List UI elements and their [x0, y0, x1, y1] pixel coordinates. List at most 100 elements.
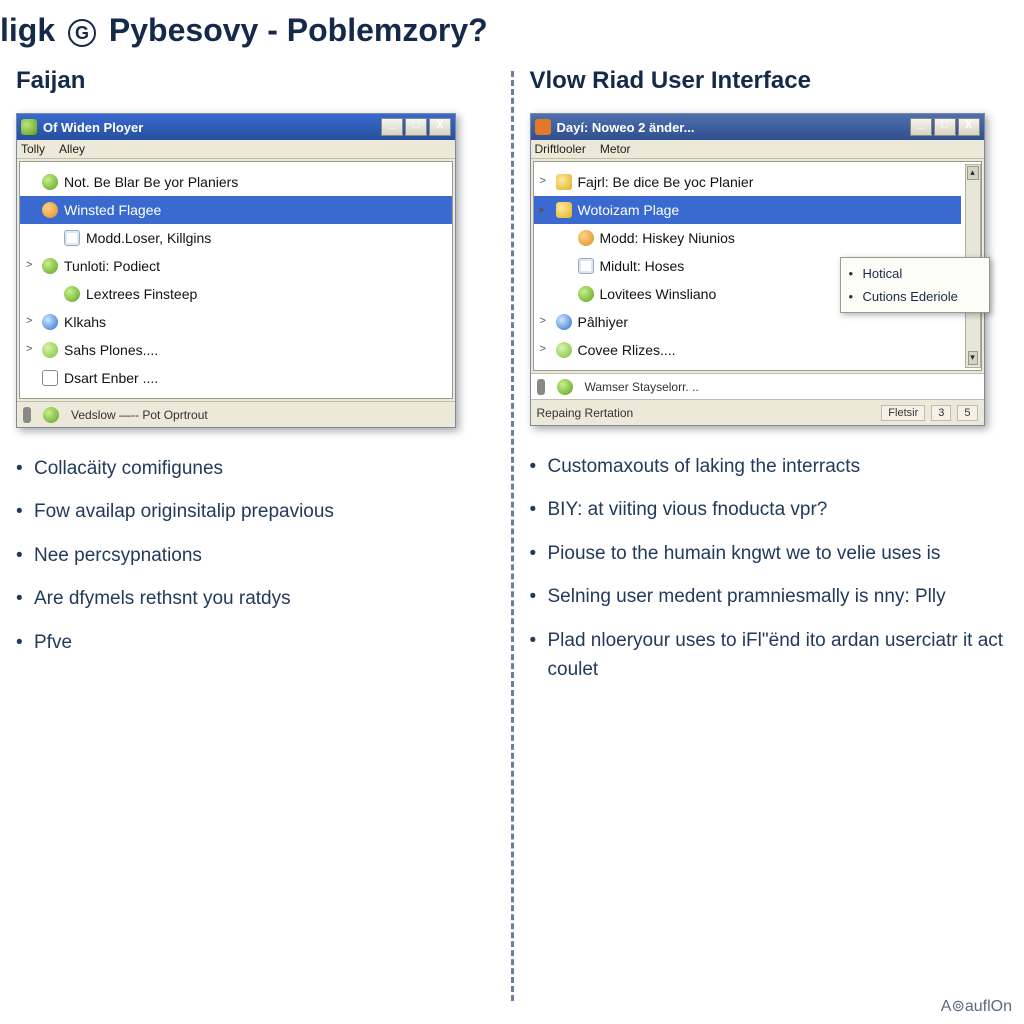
right-status-item[interactable]: Wamser Stayselorr. ..	[585, 380, 699, 394]
expander-icon	[26, 231, 38, 243]
status-icon-b	[557, 379, 573, 395]
left-tree-row[interactable]: >Klkahs	[20, 308, 452, 336]
left-menu-1[interactable]: Alley	[59, 142, 85, 156]
maximize-button[interactable]: □	[405, 118, 427, 136]
right-titlebar[interactable]: Dayí: Noweo 2 änder... _ □ X	[531, 114, 984, 140]
context-popup: Hotical Cutions Ederiole	[840, 257, 990, 313]
left-tree-row[interactable]: Modd.Loser, Killgins	[20, 224, 452, 252]
left-titlebar[interactable]: Of Widen Ployer _ □ X	[17, 114, 455, 140]
left-app-icon	[21, 119, 37, 135]
scroll-down-icon[interactable]: ▾	[968, 351, 978, 365]
left-bullet: Pfve	[16, 628, 495, 657]
right-tree-label: Wotoizam Plage	[578, 202, 680, 218]
right-tree-row[interactable]: > Fajrl: Be dice Be yoc Planier	[534, 168, 961, 196]
expander-icon	[540, 287, 552, 299]
right-window-title: Dayí: Noweo 2 änder...	[557, 120, 910, 135]
right-statusbar-cell-0: Fletsir	[881, 405, 925, 421]
left-tree-label: Modd.Loser, Killgins	[86, 230, 211, 246]
minimize-button[interactable]: _	[910, 118, 932, 136]
smile-icon	[42, 342, 58, 358]
close-button[interactable]: X	[429, 118, 451, 136]
right-statusbar: Repaing Rertation Fletsir 3 5	[531, 399, 984, 425]
popup-item-1[interactable]: Cutions Ederiole	[841, 285, 989, 308]
right-column: Vlow Riad User Interface Dayí: Noweo 2 ä…	[514, 67, 1024, 1007]
green-icon	[42, 174, 58, 190]
expander-icon[interactable]: >	[540, 343, 552, 355]
yellow-icon	[556, 174, 572, 190]
right-bullets: Customaxouts of laking the interractsBIY…	[530, 452, 1009, 685]
status-icon-b	[43, 407, 59, 423]
right-tree-row[interactable]: > Covee Rlizes....	[534, 336, 961, 364]
doc-icon	[578, 258, 594, 274]
maximize-button[interactable]: □	[934, 118, 956, 136]
left-menubar: Tolly Alley	[17, 140, 455, 159]
left-menu-0[interactable]: Tolly	[21, 142, 45, 156]
right-tree-row[interactable]: Modd: Hiskey Niunios	[534, 224, 961, 252]
scroll-up-icon[interactable]: ▴	[967, 166, 979, 180]
minimize-button[interactable]: _	[381, 118, 403, 136]
left-tree-label: Not. Be Blar Be yor Planiers	[64, 174, 238, 190]
status-icon	[23, 407, 31, 423]
expander-icon	[26, 175, 38, 187]
right-tree-label: Fajrl: Be dice Be yoc Planier	[578, 174, 754, 190]
title-pre: ligk	[0, 12, 55, 48]
left-bullet: Are dfymels rethsnt you ratdys	[16, 584, 495, 613]
left-tree-row[interactable]: Lextrees Finsteep	[20, 280, 452, 308]
right-menubar: Driftlooler Metor	[531, 140, 984, 159]
left-window: Of Widen Ployer _ □ X Tolly Alley Not. B…	[16, 113, 456, 428]
right-tree-wrap: > Fajrl: Be dice Be yoc Planier ▸ Wotoizam …	[531, 161, 984, 371]
left-window-controls: _ □ X	[381, 118, 451, 136]
right-window: Dayí: Noweo 2 änder... _ □ X Driftlooler…	[530, 113, 985, 426]
close-button[interactable]: X	[958, 118, 980, 136]
left-bullet: Fow availap originsitalip prepavious	[16, 497, 495, 526]
right-window-controls: _ □ X	[910, 118, 980, 136]
right-tree-row[interactable]: ▸ Wotoizam Plage	[534, 196, 961, 224]
expander-icon[interactable]: ▸	[540, 203, 552, 215]
right-menu-0[interactable]: Driftlooler	[535, 142, 586, 156]
cal-icon	[42, 370, 58, 386]
orange-icon	[578, 230, 594, 246]
smile-icon	[556, 342, 572, 358]
left-bullet: Collacäity comifigunes	[16, 454, 495, 483]
right-tree-label: Midult: Hoses	[600, 258, 685, 274]
right-tree-label: Pâlhiyer	[578, 314, 629, 330]
green-icon	[42, 258, 58, 274]
right-bullet: Plad nloeryour uses to iFl"ënd ito ardan…	[530, 626, 1009, 685]
corner-brand: A⊚auflOn	[941, 996, 1012, 1016]
left-window-title: Of Widen Ployer	[43, 120, 381, 135]
right-menu-1[interactable]: Metor	[600, 142, 631, 156]
left-tree-label: Dsart Enber ....	[64, 370, 158, 386]
doc-icon	[64, 230, 80, 246]
expander-icon[interactable]: >	[540, 315, 552, 327]
left-statusbar: Vedslow —-- Pot Oprtrout	[17, 401, 455, 427]
expander-icon	[26, 287, 38, 299]
left-tree-row[interactable]: >Tunloti: Podiect	[20, 252, 452, 280]
right-statusbar-cell-2: 5	[957, 405, 977, 421]
left-tree: Not. Be Blar Be yor Planiers Winsted Flag…	[19, 161, 453, 399]
right-tree-label: Covee Rlizes....	[578, 342, 676, 358]
green-icon	[64, 286, 80, 302]
left-tree-row[interactable]: Winsted Flagee	[20, 196, 452, 224]
right-bullet: Piouse to the humain kngwt we to velie u…	[530, 539, 1009, 568]
left-tree-label: Sahs Plones....	[64, 342, 158, 358]
left-tree-row[interactable]: Not. Be Blar Be yor Planiers	[20, 168, 452, 196]
left-tree-row[interactable]: Dsart Enber ....	[20, 364, 452, 392]
expander-icon[interactable]: >	[26, 343, 38, 355]
expander-icon[interactable]: >	[26, 259, 38, 271]
left-tree-row[interactable]: > Sahs Plones....	[20, 336, 452, 364]
right-tree-label: Modd: Hiskey Niunios	[600, 230, 735, 246]
right-heading: Vlow Riad User Interface	[530, 67, 1009, 95]
popup-item-0[interactable]: Hotical	[841, 262, 989, 285]
expander-icon[interactable]: >	[26, 315, 38, 327]
expander-icon	[26, 371, 38, 383]
columns: Faijan Of Widen Ployer _ □ X Tolly Alley…	[0, 67, 1024, 1007]
left-tree-label: Winsted Flagee	[64, 202, 161, 218]
right-bullet: BIY: at viiting vious fnoducta vpr?	[530, 495, 1009, 524]
orange-icon	[42, 202, 58, 218]
expander-icon[interactable]: >	[540, 175, 552, 187]
left-tree-label: Lextrees Finsteep	[86, 286, 197, 302]
left-bullet: Nee percsypnations	[16, 541, 495, 570]
title-icon: G	[68, 19, 96, 47]
expander-icon	[26, 203, 38, 215]
right-app-icon	[535, 119, 551, 135]
